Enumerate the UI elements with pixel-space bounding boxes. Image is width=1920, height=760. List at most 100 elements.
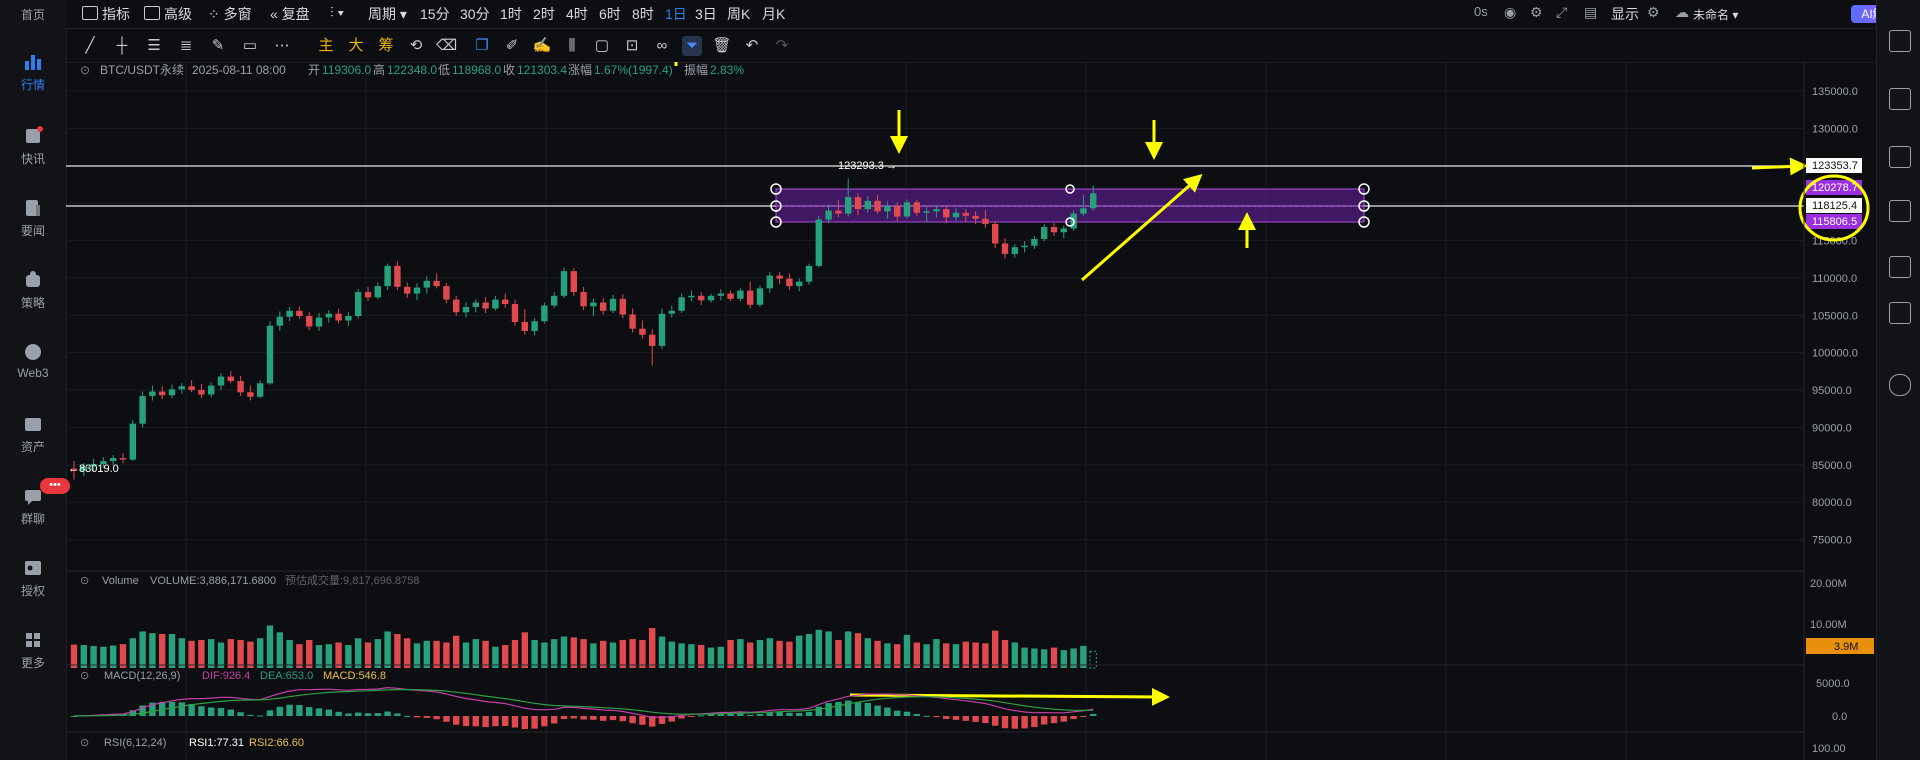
candle [590,302,597,307]
amplitude-value: 2.83% [710,63,744,77]
main-force-button[interactable]: 主 [316,36,336,56]
rsi-header: ⊙ RSI(6,12,24) RSI1:77.31 RSI2:66.60 [80,737,304,749]
interval-30m[interactable]: 30分 [460,4,490,24]
nav-label: 群聊 [20,512,45,526]
kline-chart[interactable]: 135000.0130000.0125000.0120000.0115000.0… [66,62,1876,760]
nav-item-home[interactable]: 首页 [0,6,66,23]
magnet-icon[interactable]: ⊡ [622,36,642,56]
candle [1080,208,1087,214]
macd-bar [168,701,176,716]
candle [1090,193,1097,209]
collapse-icon[interactable]: ⊙ [80,670,89,682]
expand-icon[interactable]: ⤢ [1556,4,1567,21]
interval-1h[interactable]: 1时 [500,4,522,24]
panel-indicator-icon[interactable] [1889,200,1911,222]
settings-small-icon[interactable]: ⚙ [1530,4,1543,21]
web3-icon [25,344,41,360]
interval-15m[interactable]: 15分 [420,4,450,24]
macd-bar [237,712,244,716]
ruler-icon[interactable]: ✎ [208,36,228,56]
interval-month[interactable]: 月K [762,4,785,24]
camera-icon[interactable]: ◉ [1504,4,1516,21]
volume-bar [600,640,607,668]
brush-icon[interactable]: ✍ [532,36,552,56]
macd-bar [678,716,685,719]
multi-window-button[interactable]: ⁘ 多窗 [208,4,252,24]
lock-icon[interactable]: ▢ [592,36,612,56]
nav-item-assets[interactable]: 资产 [0,414,66,455]
candle [1060,228,1067,233]
price-axis: 135000.0130000.0125000.0120000.0115000.0… [1812,86,1858,547]
interval-6h[interactable]: 6时 [599,4,621,24]
macd-bar [531,716,538,729]
interval-week[interactable]: 周K [727,4,750,24]
volume-bar [796,635,803,668]
candle [992,224,999,244]
macd-bar [541,716,548,727]
collapse-icon[interactable]: ⊙ [80,575,89,587]
macd-bar [384,711,391,716]
nav-item-web3[interactable]: Web3 [0,342,66,380]
trend-line-icon[interactable]: ╱ [80,36,100,56]
period-dropdown[interactable]: 周期 ▾ [368,4,407,24]
interval-8h[interactable]: 8时 [632,4,654,24]
filter-icon[interactable]: ⏷ [682,36,702,56]
gear-icon[interactable]: ⚙ [1647,4,1660,21]
layout-icon[interactable]: ▤ [1584,4,1597,21]
panel-trend-icon[interactable] [1889,146,1911,168]
panel-list-icon[interactable] [1889,302,1911,324]
cycle-icon[interactable]: ⟲ [406,36,426,56]
collapse-icon[interactable]: ⊙ [80,737,89,749]
interval-3d[interactable]: 3日 [695,4,717,24]
chart-type-dropdown[interactable]: ⫶ ▾ [330,4,344,21]
more-tools-icon[interactable]: ⋯ [272,36,292,56]
nav-item-more[interactable]: 更多 [0,630,66,671]
nav-item-flash[interactable]: 快讯 [0,126,66,167]
copy-icon[interactable]: ❐ [472,36,492,56]
erase-tool-icon[interactable]: ⌫ [436,36,457,56]
candle [786,278,793,287]
latency-indicator: 0s [1474,4,1488,19]
fib-icon[interactable]: ≣ [176,36,196,56]
price-axis-label: 85000.0 [1812,460,1852,472]
rectangle-icon[interactable]: ▭ [240,36,260,56]
display-button[interactable]: 显示 [1611,4,1639,24]
interval-2h[interactable]: 2时 [533,4,555,24]
link-icon[interactable]: ∞ [652,36,672,56]
trash-icon[interactable]: 🗑 [712,36,732,56]
volume-bar [629,639,636,668]
macd-bar [972,716,979,722]
collapse-icon[interactable]: ⊙ [80,63,90,77]
panel-chart-icon[interactable] [1889,88,1911,110]
layout-name-dropdown[interactable]: 未命名 ▾ [1693,6,1738,23]
chip-button[interactable]: 筹 [376,36,396,56]
parallel-lines-icon[interactable]: ☰ [144,36,164,56]
undo-icon[interactable]: ↶ [742,36,762,56]
volume-bar [404,638,411,668]
price-axis-label: 110000.0 [1812,273,1857,285]
interval-4h[interactable]: 4时 [566,4,588,24]
multi-window-label: 多窗 [223,6,252,22]
annotations[interactable] [674,62,1808,706]
horizontal-line-icon[interactable]: ┼ [112,36,132,56]
nav-item-strategy[interactable]: 策略 [0,270,66,311]
nav-item-authorize[interactable]: 授权 [0,558,66,599]
volume-axis-10m: 10.00M [1810,619,1847,631]
advanced-button[interactable]: 高级 [144,4,192,24]
panel-layout-icon[interactable] [1889,30,1911,52]
redo-icon[interactable]: ↷ [772,36,792,56]
pen-icon[interactable]: ✐ [502,36,522,56]
indicators-button[interactable]: 指标 [82,4,130,24]
interval-1d[interactable]: 1日 [665,4,687,24]
replay-button[interactable]: « 复盘 [270,4,310,24]
bar-pattern-icon[interactable]: ⫼ [562,36,582,56]
annotation-arrow-right[interactable] [1751,157,1808,176]
nav-item-market[interactable]: 行情 [0,52,66,93]
nav-item-news[interactable]: 要闻 [0,198,66,239]
nav-label: 资产 [20,440,45,454]
big-order-button[interactable]: 大 [346,36,366,56]
change-label: 涨幅 [568,62,592,77]
cloud-icon[interactable]: ☁ [1675,4,1689,21]
panel-calendar-icon[interactable] [1889,256,1911,278]
panel-eye-icon[interactable] [1889,374,1911,396]
